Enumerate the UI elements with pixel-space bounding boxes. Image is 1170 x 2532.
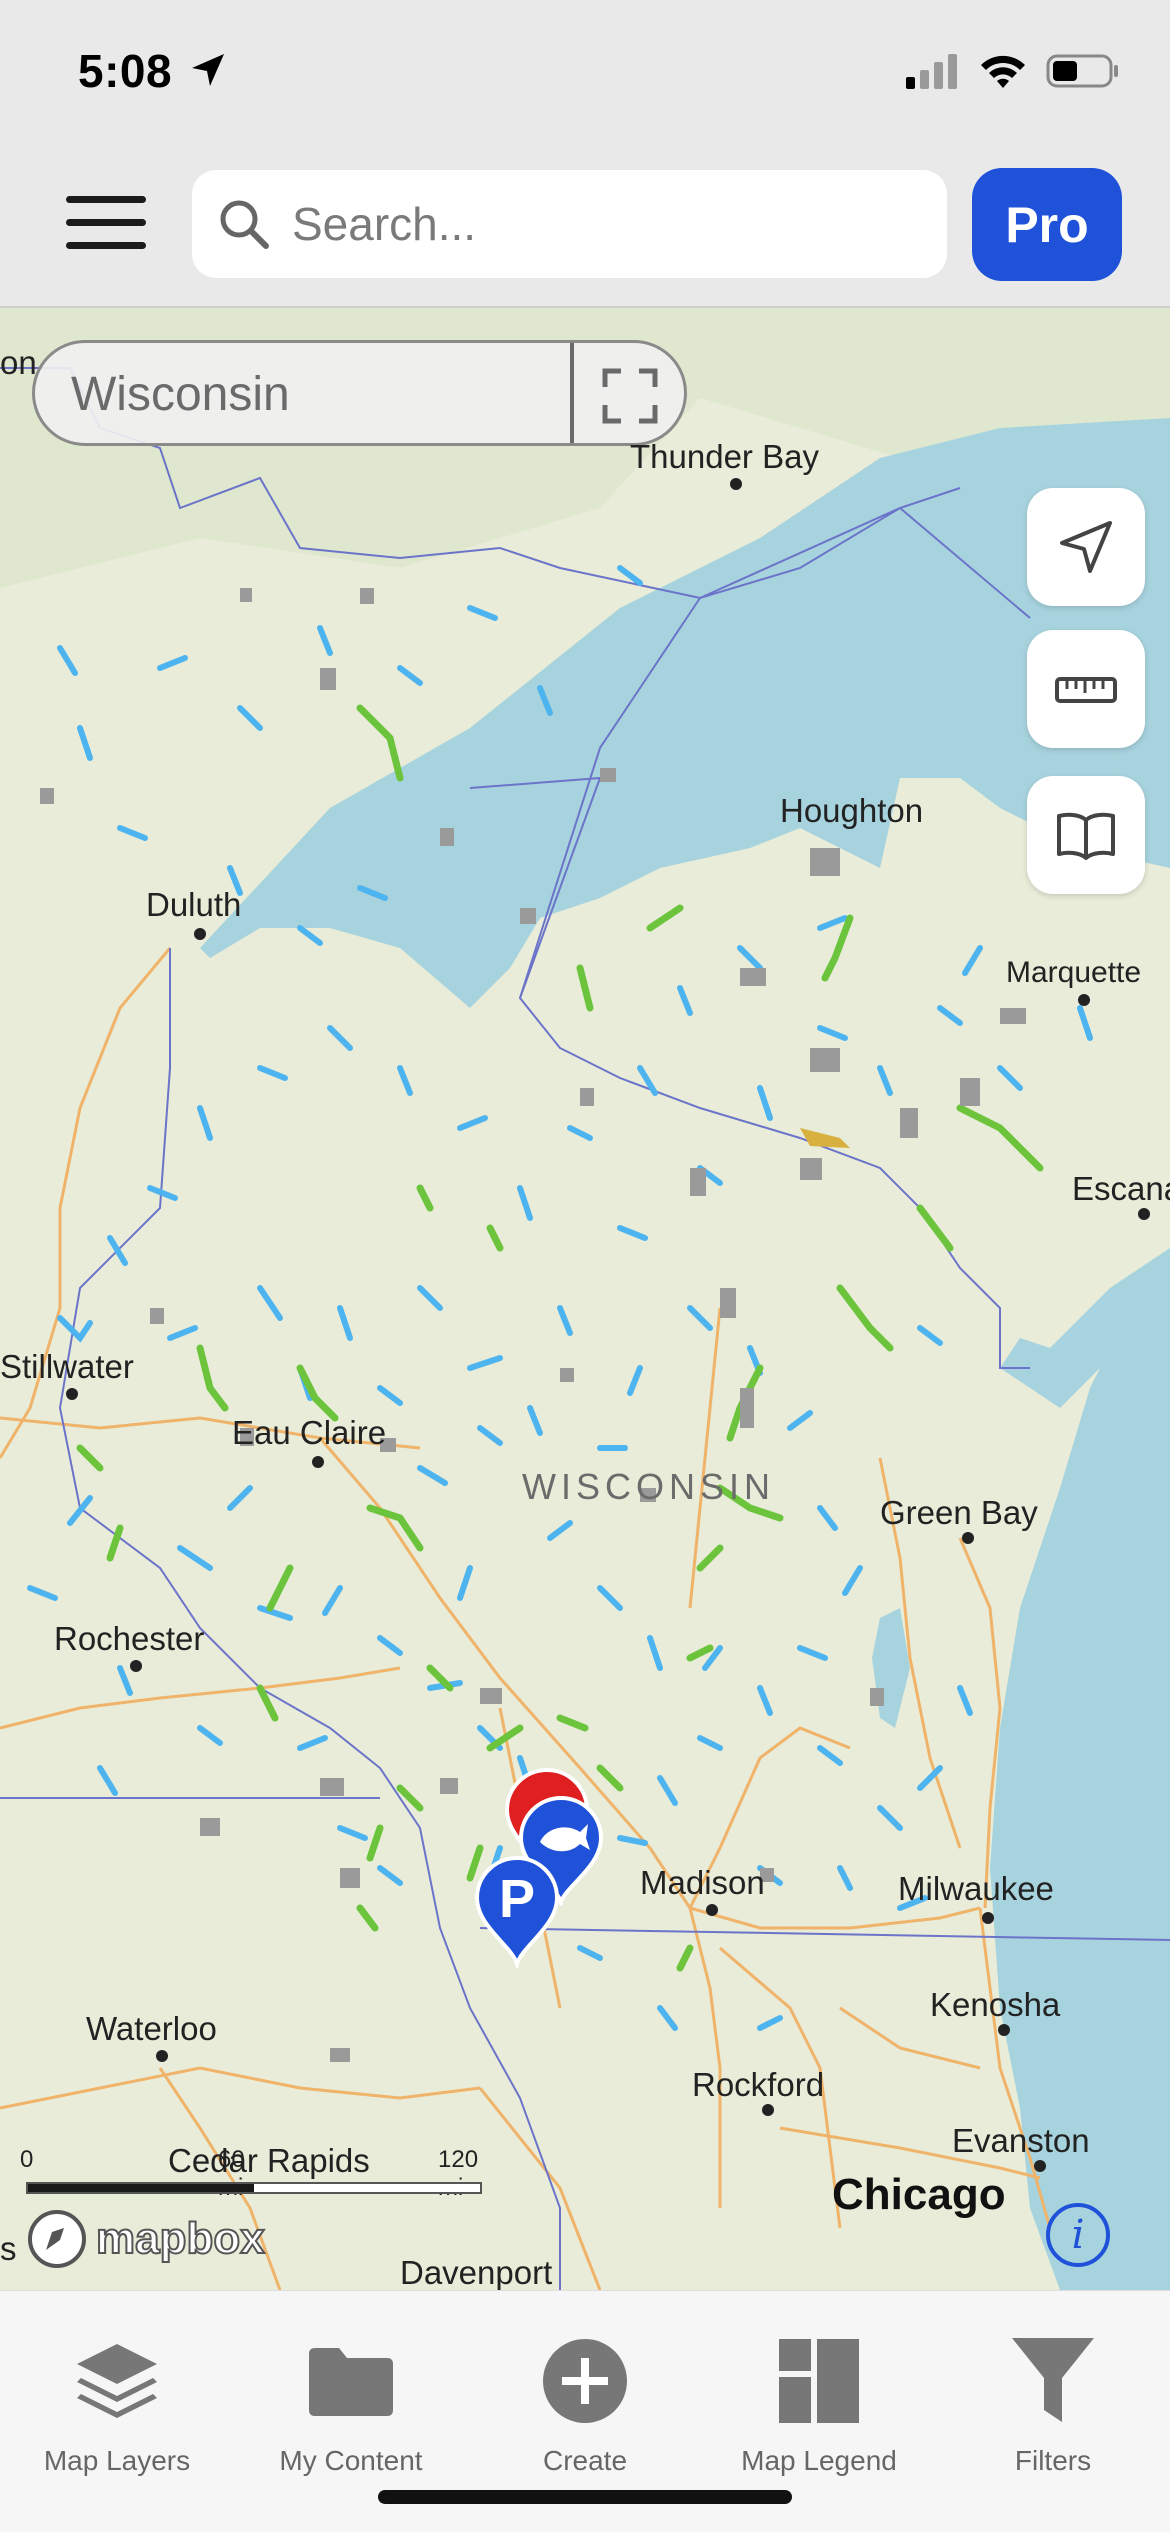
mapbox-wordmark: mapbox [95,2213,266,2264]
status-bar: 5:08 [0,0,1170,150]
city-madison: Madison [640,1864,765,1901]
city-cedar-rapids: Cedar Rapids [168,2142,370,2179]
city-green-bay: Green Bay [880,1494,1038,1531]
nav-label: Map Layers [43,2445,191,2476]
region-name: Wisconsin [71,368,290,421]
nav-label: Filters [1014,2445,1092,2476]
city-dot [1138,1208,1150,1220]
status-time: 5:08 [78,45,173,97]
measure-button[interactable] [1027,630,1145,748]
city-houghton: Houghton [780,792,924,829]
city-dot [194,928,206,940]
city-edge-label: on [0,344,37,381]
city-dot [1078,994,1090,1006]
city-kenosha: Kenosha [930,1986,1061,2023]
city-milwaukee: Milwaukee [898,1870,1054,1907]
navigation-arrow-icon [1060,521,1112,573]
legend-icon [779,2339,859,2423]
layers-icon [77,2344,157,2418]
search-bar[interactable] [192,170,947,278]
state-label: WISCONSIN [522,1466,776,1507]
city-rockford: Rockford [692,2066,825,2103]
regulations-button[interactable] [1027,776,1145,894]
city-waterloo: Waterloo [86,2010,217,2047]
nav-map-layers[interactable]: Map Layers [0,2331,234,2477]
folder-icon [309,2348,393,2416]
book-icon [1057,812,1115,860]
status-indicators [904,52,1120,90]
info-button[interactable]: i [1046,2203,1110,2267]
nav-my-content[interactable]: My Content [234,2331,468,2477]
city-thunder-bay: Thunder Bay [630,438,819,475]
city-davenport: Davenport [400,2254,553,2290]
top-bar: Pro [0,150,1170,308]
nav-label: Map Legend [741,2445,897,2476]
city-rochester: Rochester [54,1620,205,1657]
cellular-signal-icon [906,54,957,89]
city-dot [762,2104,774,2116]
city-eau-claire: Eau Claire [232,1414,387,1451]
scale-zero: 0 [20,2146,34,2173]
city-duluth: Duluth [146,886,242,923]
scale-track [26,2182,482,2194]
mapbox-attribution[interactable]: mapbox [26,2208,266,2270]
city-dot [706,1904,718,1916]
city-dot [998,2024,1010,2036]
region-divider [570,343,574,443]
city-dot [66,1388,78,1400]
scale-fill [28,2184,254,2192]
locate-button[interactable] [1027,488,1145,606]
city-evanston: Evanston [952,2122,1090,2159]
city-marquette: Marquette [1006,956,1142,989]
home-indicator[interactable] [378,2490,792,2504]
nav-map-legend[interactable]: Map Legend [702,2331,936,2477]
nav-filters[interactable]: Filters [936,2331,1170,2477]
filter-icon [1012,2338,1094,2422]
battery-icon [1046,54,1118,88]
city-dot [156,2050,168,2062]
city-dot [130,1660,142,1672]
menu-icon [66,196,146,203]
city-dot [312,1456,324,1468]
parking-pin[interactable]: P [472,1854,562,1968]
nav-label: My Content [279,2445,423,2476]
map-view[interactable]: Wisconsin Thunder Bay Houghton Marquette… [0,308,1170,2290]
city-dot [1034,2160,1046,2172]
search-icon [220,200,269,249]
city-dot [962,1532,974,1544]
location-arrow-icon [192,54,224,86]
nav-create[interactable]: Create [468,2331,702,2477]
ruler-icon [1055,677,1117,703]
pro-button[interactable]: Pro [972,168,1122,281]
wifi-icon [981,55,1025,88]
city-stillwater: Stillwater [0,1348,134,1385]
menu-button[interactable] [66,196,146,256]
region-selector[interactable]: Wisconsin [32,340,687,446]
search-input[interactable] [292,197,892,251]
city-escanaba: Escana [1072,1170,1170,1207]
expand-icon[interactable] [595,361,665,431]
mapbox-logo-icon [28,2210,86,2268]
city-edge-label: s [0,2230,17,2267]
parking-pin-label: P [498,1869,536,1929]
plus-circle-icon [543,2339,627,2423]
city-dot [730,478,742,490]
nav-label: Create [542,2445,628,2476]
city-dot [982,1912,994,1924]
city-chicago: Chicago [832,2170,1006,2219]
